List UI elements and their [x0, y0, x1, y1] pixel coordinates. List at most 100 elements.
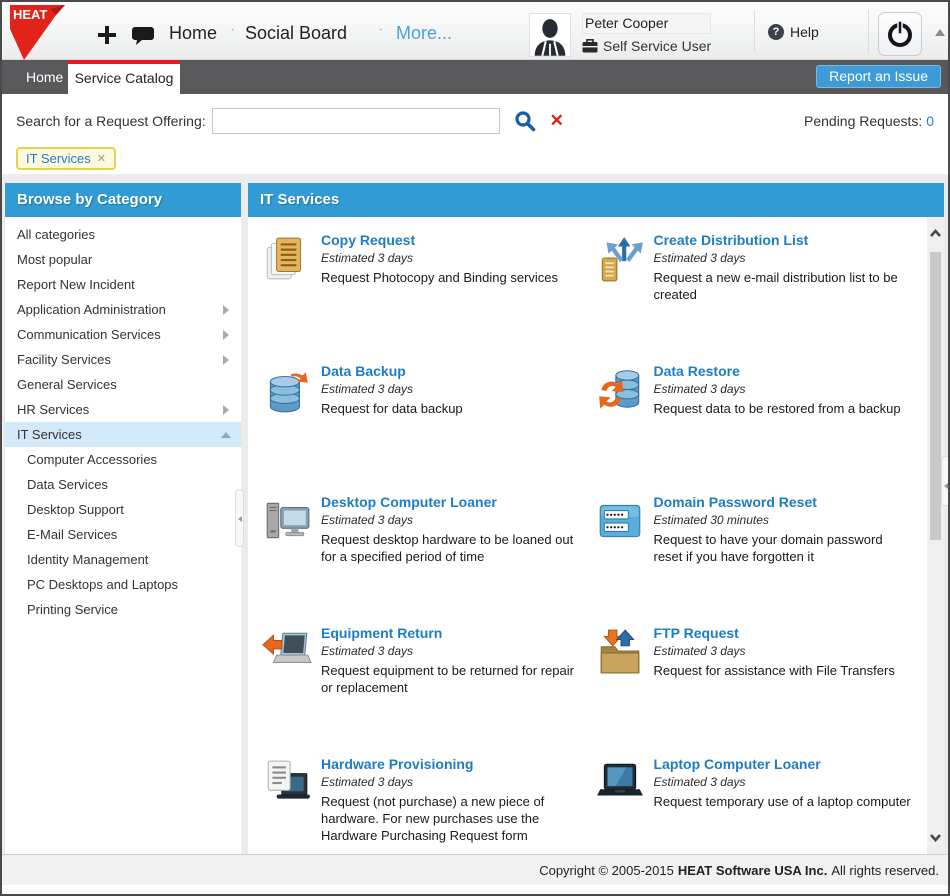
service-card[interactable]: FTP Request Estimated 3 days Request for…: [595, 625, 928, 756]
service-card[interactable]: Desktop Computer Loaner Estimated 3 days…: [262, 494, 595, 625]
sidebar-category-item[interactable]: General Services: [5, 372, 241, 397]
chevron-icon: [221, 555, 231, 565]
pending-requests-count[interactable]: 0: [926, 113, 934, 129]
nav-separator: ·: [230, 21, 235, 39]
header-divider: [754, 10, 755, 53]
service-estimate: Estimated 30 minutes: [654, 513, 912, 527]
help-button[interactable]: ? Help: [768, 24, 819, 40]
collapse-sidebar-handle[interactable]: [235, 489, 244, 547]
service-card[interactable]: Create Distribution List Estimated 3 day…: [595, 232, 928, 363]
nav-more-link[interactable]: More...: [396, 23, 452, 44]
chevron-icon: [221, 230, 231, 240]
chevron-icon: [221, 305, 231, 315]
clear-search-icon[interactable]: ✕: [550, 111, 564, 131]
service-description: Request data to be restored from a backu…: [654, 401, 901, 418]
sidebar-category-item[interactable]: Printing Service: [5, 597, 241, 622]
chat-icon[interactable]: [132, 26, 155, 46]
scroll-up-icon[interactable]: [929, 228, 942, 238]
sidebar-category-item[interactable]: Desktop Support: [5, 497, 241, 522]
search-input[interactable]: [212, 108, 500, 134]
scrollbar-thumb[interactable]: [930, 252, 941, 540]
service-description: Request to have your domain password res…: [654, 532, 912, 566]
service-title-link[interactable]: Equipment Return: [321, 625, 579, 641]
sidebar-category-item[interactable]: Most popular: [5, 247, 241, 272]
sidebar-category-item[interactable]: Application Administration: [5, 297, 241, 322]
distribution-list-icon: [595, 234, 645, 284]
service-description: Request a new e-mail distribution list t…: [654, 270, 912, 304]
chevron-icon: [221, 530, 231, 540]
desktop-computer-icon: [262, 496, 312, 546]
chevron-icon: [221, 355, 231, 365]
service-card[interactable]: Equipment Return Estimated 3 days Reques…: [262, 625, 595, 756]
service-title-link[interactable]: Desktop Computer Loaner: [321, 494, 579, 510]
company-name: HEAT Software USA Inc.: [678, 863, 828, 878]
report-an-issue-button[interactable]: Report an Issue: [816, 65, 941, 88]
chevron-icon: [221, 505, 231, 515]
data-restore-icon: [595, 365, 645, 415]
service-card[interactable]: Data Restore Estimated 3 days Request da…: [595, 363, 928, 494]
sidebar-category-item[interactable]: Computer Accessories: [5, 447, 241, 472]
sidebar-category-item[interactable]: IT Services: [5, 422, 241, 447]
nav-social-board-link[interactable]: Social Board: [245, 23, 347, 44]
rights-text: All rights reserved.: [831, 863, 939, 878]
collapse-header-icon[interactable]: [935, 29, 945, 36]
password-reset-icon: [595, 496, 645, 546]
service-title-link[interactable]: Copy Request: [321, 232, 558, 248]
user-menu[interactable]: Peter Cooper Self Service User: [529, 13, 711, 57]
service-title-link[interactable]: Create Distribution List: [654, 232, 912, 248]
service-title-link[interactable]: Domain Password Reset: [654, 494, 912, 510]
sidebar-category-item[interactable]: E-Mail Services: [5, 522, 241, 547]
service-card[interactable]: Laptop Computer Loaner Estimated 3 days …: [595, 756, 928, 854]
service-description: Request Photocopy and Binding services: [321, 270, 558, 287]
sidebar-category-item[interactable]: Facility Services: [5, 347, 241, 372]
service-estimate: Estimated 3 days: [321, 513, 579, 527]
service-title-link[interactable]: Data Restore: [654, 363, 901, 379]
chevron-icon: [221, 330, 231, 340]
laptop-computer-icon: [595, 758, 645, 808]
logout-button[interactable]: [878, 12, 922, 56]
scroll-down-icon[interactable]: [929, 833, 942, 843]
search-icon[interactable]: [514, 110, 536, 132]
service-title-link[interactable]: FTP Request: [654, 625, 895, 641]
service-description: Request desktop hardware to be loaned ou…: [321, 532, 579, 566]
chevron-icon: [221, 405, 231, 415]
app-header: HEAT Home · Social Board · More... Peter…: [2, 2, 948, 60]
sidebar-category-item[interactable]: Communication Services: [5, 322, 241, 347]
filter-chip-it-services[interactable]: IT Services ✕: [16, 147, 116, 170]
service-description: Request equipment to be returned for rep…: [321, 663, 579, 697]
content-area: Browse by Category All categories Most p…: [2, 174, 948, 854]
sidebar-category-item[interactable]: HR Services: [5, 397, 241, 422]
tab-service-catalog[interactable]: Service Catalog: [68, 60, 180, 94]
collapse-panel-handle[interactable]: [941, 456, 950, 506]
service-card[interactable]: Hardware Provisioning Estimated 3 days R…: [262, 756, 595, 854]
remove-filter-icon[interactable]: ✕: [97, 152, 106, 165]
heat-logo: HEAT: [10, 5, 66, 60]
sidebar-category-item[interactable]: PC Desktops and Laptops: [5, 572, 241, 597]
service-title-link[interactable]: Hardware Provisioning: [321, 756, 579, 772]
service-card[interactable]: Domain Password Reset Estimated 30 minut…: [595, 494, 928, 625]
chevron-icon: [221, 455, 231, 465]
sidebar-category-item[interactable]: Identity Management: [5, 547, 241, 572]
hardware-provisioning-icon: [262, 758, 312, 808]
sidebar-category-item[interactable]: Report New Incident: [5, 272, 241, 297]
nav-home-link[interactable]: Home: [169, 23, 217, 44]
service-estimate: Estimated 3 days: [654, 251, 912, 265]
service-card[interactable]: Copy Request Estimated 3 days Request Ph…: [262, 232, 595, 363]
chevron-icon: [221, 380, 231, 390]
service-title-link[interactable]: Laptop Computer Loaner: [654, 756, 911, 772]
sidebar-category-item[interactable]: Data Services: [5, 472, 241, 497]
service-estimate: Estimated 3 days: [654, 382, 901, 396]
svg-text:HEAT: HEAT: [13, 7, 47, 22]
add-icon[interactable]: [98, 26, 116, 44]
heat-self-service-portal: HEAT Home · Social Board · More... Peter…: [0, 0, 950, 896]
service-title-link[interactable]: Data Backup: [321, 363, 463, 379]
service-card[interactable]: Data Backup Estimated 3 days Request for…: [262, 363, 595, 494]
scrollbar[interactable]: [927, 217, 944, 854]
sidebar-category-item[interactable]: All categories: [5, 222, 241, 247]
avatar: [529, 13, 571, 57]
chevron-icon: [221, 255, 231, 265]
briefcase-icon: [582, 39, 598, 53]
search-label: Search for a Request Offering:: [16, 113, 206, 129]
tab-bar: Home Service Catalog Report an Issue: [2, 60, 948, 94]
service-catalog-panel: IT Services Copy Request Estimated 3 day…: [248, 183, 944, 854]
